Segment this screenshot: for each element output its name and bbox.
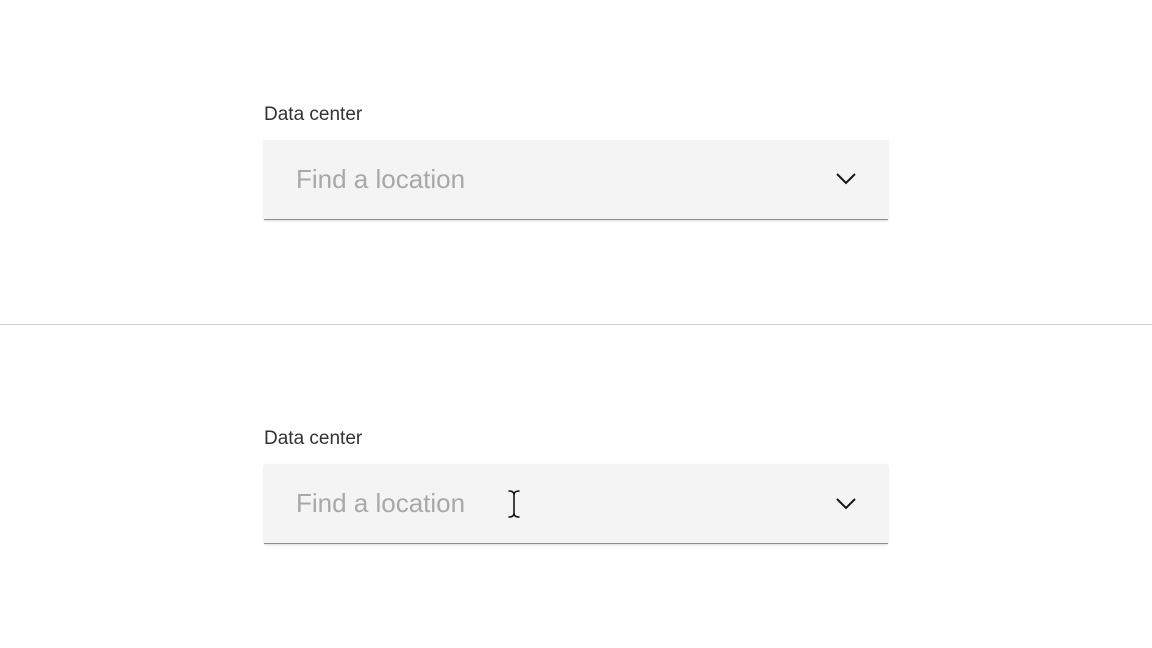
chevron-down-icon[interactable] [836,173,856,185]
combobox-input[interactable] [296,164,820,195]
combobox-label: Data center [264,104,362,126]
combobox-input[interactable] [296,488,820,519]
combobox-closed-example: Data center [0,0,1152,324]
combobox-hover-example: Data center [0,325,1152,648]
chevron-down-icon[interactable] [836,498,856,510]
combobox-label: Data center [264,428,362,450]
combobox-datacenter[interactable] [264,140,888,220]
combobox-datacenter[interactable] [264,464,888,544]
